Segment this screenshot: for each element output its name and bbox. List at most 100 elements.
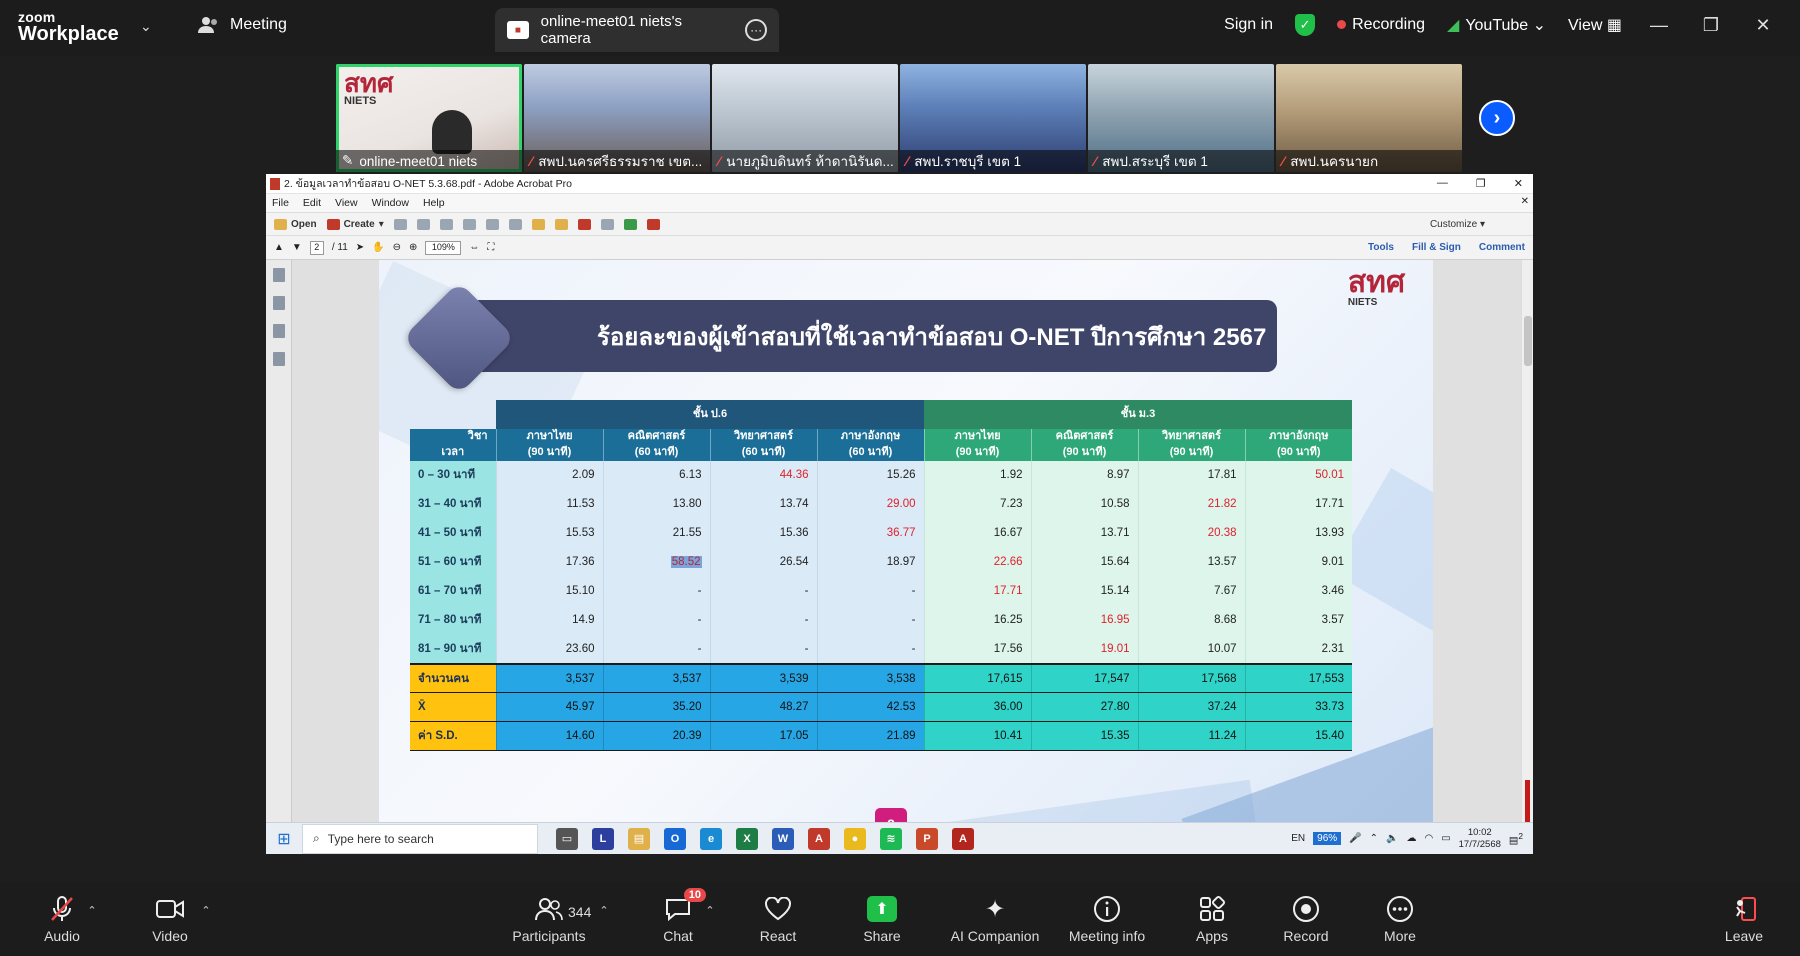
shield-check-icon[interactable]: ✓	[1295, 14, 1316, 36]
spotify-icon[interactable]: ≋	[880, 827, 902, 850]
close-document-icon[interactable]: ✕	[1521, 196, 1529, 207]
acrobat-pro-icon[interactable]: A	[952, 827, 974, 850]
more-button[interactable]: More	[1382, 882, 1418, 956]
wifi-icon[interactable]: ◠	[1424, 833, 1433, 844]
notifications-icon[interactable]: ▤2	[1509, 831, 1523, 846]
hand-tool-icon[interactable]: ✋	[372, 242, 384, 253]
prev-page-icon[interactable]: ▲	[274, 242, 284, 253]
selected-text[interactable]: 58.52	[670, 556, 702, 569]
signature-icon[interactable]	[272, 352, 285, 366]
select-tool-icon[interactable]: ➤	[356, 242, 364, 253]
more-options-icon[interactable]: ···	[745, 19, 767, 41]
task-view-icon[interactable]: ▭	[556, 827, 578, 850]
meeting-info-button[interactable]: Meeting info	[1066, 882, 1148, 956]
language-indicator[interactable]: EN	[1291, 833, 1305, 844]
windows-start-icon[interactable]: ⊞	[266, 829, 302, 849]
video-tile[interactable]: ⁄ สพป.นครนายก	[1276, 64, 1462, 172]
mic-icon[interactable]: 🎤	[1349, 833, 1361, 844]
record-button[interactable]: Record	[1282, 882, 1330, 956]
video-tile[interactable]: ⁄ สพป.ราชบุรี เขต 1	[900, 64, 1086, 172]
line-app-icon[interactable]: L	[592, 827, 614, 850]
video-tile[interactable]: ⁄ สพป.สระบุรี เขต 1	[1088, 64, 1274, 172]
cloud-icon[interactable]	[416, 218, 430, 230]
chevron-up-icon[interactable]: ⌃	[1370, 833, 1378, 844]
chrome-icon[interactable]: ●	[844, 827, 866, 850]
vertical-scrollbar[interactable]	[1521, 260, 1533, 854]
meeting-indicator[interactable]: Meeting	[198, 16, 287, 34]
battery-icon[interactable]: ▭	[1441, 833, 1450, 844]
zoom-input[interactable]: 109%	[425, 240, 462, 255]
recording-indicator[interactable]: Recording	[1337, 16, 1425, 34]
fit-width-icon[interactable]: ⇔	[469, 242, 479, 253]
cloud-icon[interactable]: ☁	[1406, 833, 1416, 844]
page-number-input[interactable]: 2	[309, 240, 324, 255]
attachment-icon[interactable]	[272, 324, 285, 338]
outlook-icon[interactable]: O	[664, 827, 686, 850]
camera-tab[interactable]: ■ online-meet01 niets's camera ···	[495, 8, 779, 52]
next-page-arrow-icon[interactable]: ›	[1479, 100, 1515, 136]
taskbar-clock[interactable]: 10:02 17/7/2568	[1459, 827, 1501, 850]
excel-icon[interactable]: X	[736, 827, 758, 850]
view-button[interactable]: View ▦	[1568, 15, 1622, 35]
zoom-in-icon[interactable]: ⊕	[409, 242, 417, 253]
apps-button[interactable]: Apps	[1194, 882, 1230, 956]
chat-button[interactable]: 10 Chat	[660, 882, 706, 956]
protect-icon[interactable]	[646, 218, 660, 230]
react-button[interactable]: React	[758, 882, 798, 956]
highlight-icon[interactable]	[554, 218, 568, 230]
close-icon[interactable]: ✕	[1748, 15, 1778, 36]
open-button[interactable]: Open	[274, 218, 317, 230]
print-icon[interactable]	[439, 218, 453, 230]
ai-companion-button[interactable]: ✦ AI Companion	[948, 882, 1042, 956]
restore-icon[interactable]: ❐	[1696, 15, 1726, 36]
minimize-icon[interactable]: —	[1437, 177, 1448, 190]
leave-button[interactable]: Leave	[1724, 882, 1764, 956]
menu-help[interactable]: Help	[423, 197, 445, 209]
tools-tab[interactable]: Tools	[1368, 242, 1394, 253]
video-tile[interactable]: สทศ NIETS ✎ online-meet01 niets	[336, 64, 522, 172]
minimize-icon[interactable]: —	[1644, 15, 1674, 36]
menu-view[interactable]: View	[335, 197, 358, 209]
zoom-out-icon[interactable]: ⊖	[393, 242, 401, 253]
menu-file[interactable]: File	[272, 197, 289, 209]
pdf-page: สทศ NIETS ร้อยละของผู้เข้าสอบที่ใช้เวลาทำ…	[379, 260, 1433, 854]
zoom-logo[interactable]: zoom Workplace	[18, 10, 119, 44]
video-tile[interactable]: ⁄ สพป.นครศรีธรรมราช เขต...	[524, 64, 710, 172]
pages-icon[interactable]	[272, 268, 285, 282]
word-icon[interactable]: W	[772, 827, 794, 850]
bookmark-icon[interactable]	[272, 296, 285, 310]
restore-icon[interactable]: ❐	[1476, 177, 1486, 190]
video-button[interactable]: Video	[148, 882, 192, 956]
fit-page-icon[interactable]: ⛶	[487, 242, 494, 253]
close-icon[interactable]: ✕	[1514, 177, 1523, 190]
menu-window[interactable]: Window	[372, 197, 409, 209]
comment-tab[interactable]: Comment	[1479, 242, 1525, 253]
email-icon[interactable]	[485, 218, 499, 230]
next-page-icon[interactable]: ▼	[292, 242, 302, 253]
comment-icon[interactable]	[531, 218, 545, 230]
video-tile[interactable]: ⁄ นายภูมิบดินทร์ ห้าดานิรันด...	[712, 64, 898, 172]
stamp-icon[interactable]	[577, 218, 591, 230]
edit-icon[interactable]	[462, 218, 476, 230]
battery-indicator[interactable]: 96%	[1313, 832, 1342, 845]
speaker-icon[interactable]: 🔈	[1386, 833, 1398, 844]
sign-in-link[interactable]: Sign in	[1224, 16, 1273, 34]
scrollbar-thumb[interactable]	[1524, 316, 1532, 366]
edge-icon[interactable]: e	[700, 827, 722, 850]
youtube-stream-button[interactable]: ◢ YouTube ⌄	[1447, 15, 1546, 35]
audio-button[interactable]: Audio	[36, 882, 88, 956]
create-button[interactable]: Create ▾	[326, 218, 384, 230]
share-button[interactable]: ⬆ Share	[862, 882, 902, 956]
save-icon[interactable]	[393, 218, 407, 230]
fill-sign-tab[interactable]: Fill & Sign	[1412, 242, 1461, 253]
acrobat-reader-icon[interactable]: A	[808, 827, 830, 850]
customize-dropdown[interactable]: Customize ▾	[1430, 219, 1485, 230]
settings-icon[interactable]	[508, 218, 522, 230]
menu-edit[interactable]: Edit	[303, 197, 321, 209]
file-explorer-icon[interactable]: ▤	[628, 827, 650, 850]
compare-icon[interactable]	[600, 218, 614, 230]
chevron-down-icon[interactable]: ⌄	[140, 18, 152, 35]
export-icon[interactable]	[623, 218, 637, 230]
powerpoint-icon[interactable]: P	[916, 827, 938, 850]
taskbar-search[interactable]: ⌕ Type here to search	[302, 823, 538, 854]
